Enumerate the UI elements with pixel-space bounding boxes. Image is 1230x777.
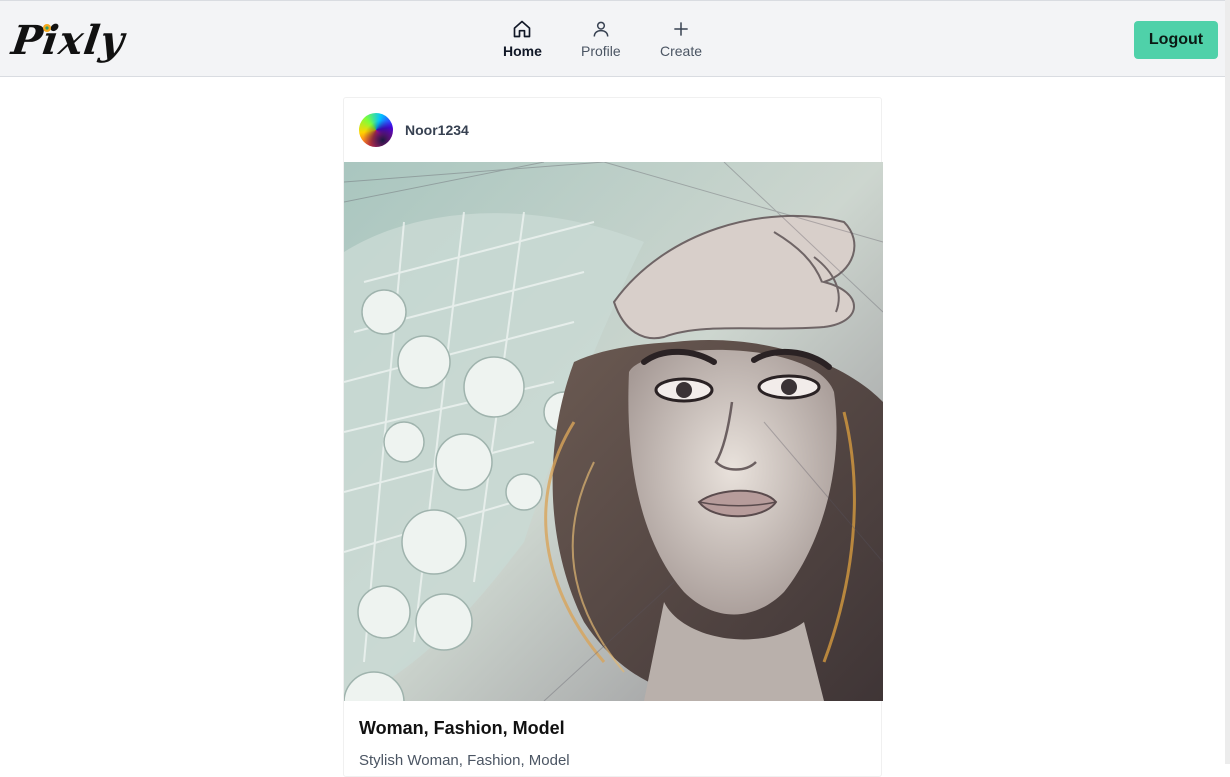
- nav-profile[interactable]: Profile: [581, 19, 621, 59]
- page-scrollbar[interactable]: [1225, 0, 1230, 764]
- nav-create-label: Create: [660, 43, 703, 59]
- nav-create[interactable]: Create: [660, 19, 702, 59]
- portrait-sketch-image: [344, 162, 883, 701]
- post-title: Woman, Fashion, Model: [359, 718, 565, 738]
- top-navbar: Pixly Home Profile Create Logout: [0, 0, 1225, 77]
- avatar[interactable]: [359, 113, 393, 147]
- pixly-logo[interactable]: Pixly: [9, 11, 128, 67]
- home-icon: [514, 20, 531, 38]
- logout-button[interactable]: Logout: [1134, 21, 1218, 59]
- nav-home-label: Home: [503, 43, 542, 59]
- post-card: Noor1234 Woman, Fashion, Model Stylish W…: [343, 97, 883, 777]
- post-description: Stylish Woman, Fashion, Model: [359, 752, 570, 769]
- nav-profile-label: Profile: [581, 43, 621, 59]
- post-username[interactable]: Noor1234: [405, 122, 469, 138]
- post-image[interactable]: [344, 162, 883, 701]
- plus-icon: [674, 22, 688, 36]
- logo-text: Pixly: [8, 17, 128, 64]
- nav-home[interactable]: Home: [503, 19, 542, 59]
- post-header: Noor1234: [359, 112, 469, 148]
- logo-flower-icon: [43, 24, 51, 32]
- user-icon: [593, 21, 609, 37]
